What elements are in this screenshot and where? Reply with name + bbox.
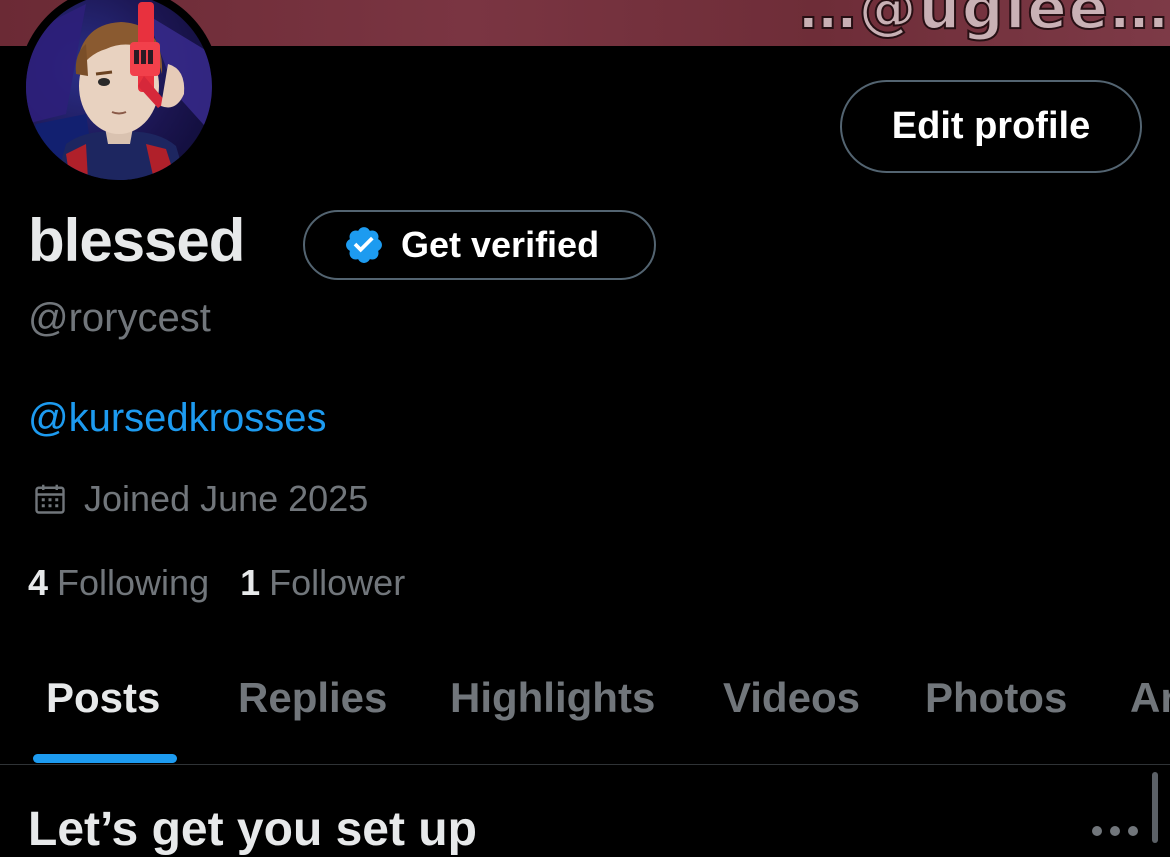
followers-count: 1 xyxy=(240,562,261,603)
tab-posts[interactable]: Posts xyxy=(46,674,160,722)
followers-label: Follower xyxy=(269,562,406,603)
tab-videos[interactable]: Videos xyxy=(723,674,860,722)
verified-badge-icon xyxy=(346,227,382,263)
active-tab-indicator xyxy=(33,754,177,763)
banner-overlay-text: …@uglee… xyxy=(798,0,1170,43)
tab-photos[interactable]: Photos xyxy=(925,674,1067,722)
scrollbar[interactable] xyxy=(1152,772,1158,843)
get-verified-button[interactable]: Get verified xyxy=(303,210,656,280)
following-label: Following xyxy=(57,562,210,603)
avatar-illustration xyxy=(26,2,212,180)
setup-section-title: Let’s get you set up xyxy=(28,803,477,856)
bio-mention-link[interactable]: @kursedkrosses xyxy=(28,396,326,441)
joined-text: Joined June 2025 xyxy=(84,478,369,519)
followers-link[interactable]: 1 Follower xyxy=(240,562,405,604)
follow-stats: 4 Following 1 Follower xyxy=(28,562,405,604)
more-dot xyxy=(1110,826,1120,836)
edit-profile-button[interactable]: Edit profile xyxy=(840,80,1142,173)
tab-highlights[interactable]: Highlights xyxy=(450,674,655,722)
following-link[interactable]: 4 Following xyxy=(28,562,209,604)
more-dot xyxy=(1128,826,1138,836)
profile-tabs: Posts Replies Highlights Videos Photos A… xyxy=(0,650,1170,765)
avatar[interactable] xyxy=(18,0,220,188)
get-verified-label: Get verified xyxy=(401,224,600,265)
joined-date: Joined June 2025 xyxy=(32,478,368,520)
more-dot xyxy=(1092,826,1102,836)
tab-articles[interactable]: Ar xyxy=(1130,674,1170,722)
user-handle: @rorycest xyxy=(28,296,211,340)
following-count: 4 xyxy=(28,562,49,603)
tab-replies[interactable]: Replies xyxy=(238,674,387,722)
display-name: blessed xyxy=(28,207,245,274)
avatar-image xyxy=(26,0,212,180)
calendar-icon xyxy=(35,484,65,514)
more-horizontal-icon[interactable] xyxy=(1092,826,1138,838)
